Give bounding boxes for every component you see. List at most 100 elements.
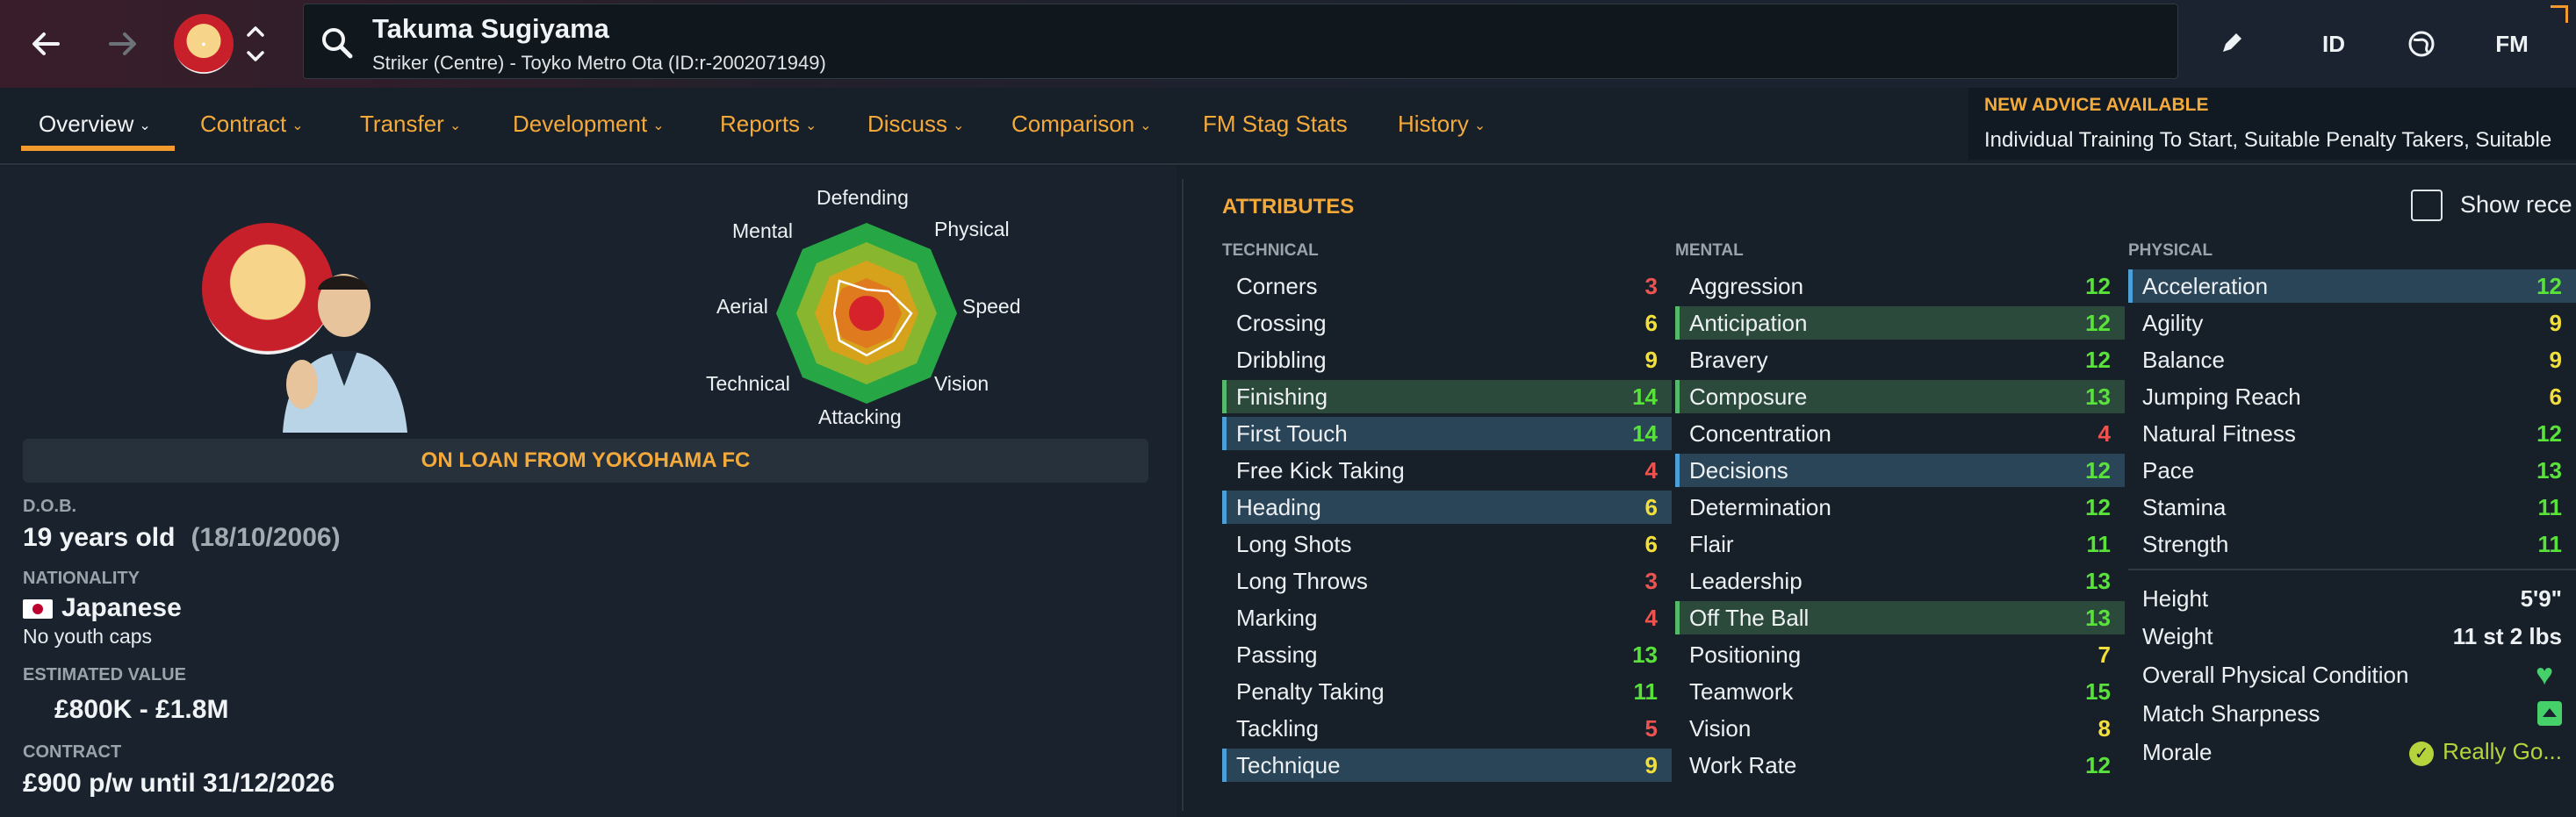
radar-label-mental: Mental (732, 219, 794, 242)
attribute-value: 9 (1644, 751, 1658, 778)
check-icon: ✓ (2409, 741, 2435, 766)
attribute-name: Determination (1689, 493, 1831, 520)
chevron-up-down-icon[interactable] (242, 21, 269, 67)
sharpness-up-icon (2537, 701, 2562, 726)
attribute-row-bravery[interactable]: Bravery 12 (1675, 343, 2125, 376)
tab-transfer[interactable]: Transfer ⌄ (360, 111, 461, 138)
attribute-name: Decisions (1689, 456, 1788, 484)
attribute-name: Crossing (1236, 309, 1327, 336)
attribute-name: Anticipation (1689, 309, 1808, 336)
attribute-value: 4 (1644, 604, 1658, 631)
mental-header: MENTAL (1675, 241, 1744, 260)
attribute-row-long-throws[interactable]: Long Throws 3 (1222, 564, 1672, 598)
attribute-name: Marking (1236, 604, 1318, 631)
attribute-row-composure[interactable]: Composure 13 (1675, 380, 2125, 413)
attribute-row-heading[interactable]: Heading 6 (1222, 491, 1672, 524)
attribute-row-teamwork[interactable]: Teamwork 15 (1675, 675, 2125, 708)
id-icon[interactable]: ID (2309, 19, 2358, 68)
attribute-value: 12 (2085, 309, 2111, 336)
tab-overview[interactable]: Overview ⌄ (39, 111, 151, 138)
technical-header: TECHNICAL (1222, 241, 1319, 260)
back-button[interactable] (19, 18, 72, 70)
attribute-row-pace[interactable]: Pace 13 (2128, 454, 2576, 487)
attribute-row-stamina[interactable]: Stamina 11 (2128, 491, 2576, 524)
heart-icon: ♥ (2536, 658, 2554, 692)
attribute-name: Agility (2142, 309, 2204, 336)
attribute-name: Work Rate (1689, 751, 1797, 778)
fm-icon[interactable]: FM (2481, 19, 2543, 68)
attribute-row-natural-fitness[interactable]: Natural Fitness 12 (2128, 417, 2576, 450)
attribute-row-aggression[interactable]: Aggression 12 (1675, 269, 2125, 303)
attribute-row-concentration[interactable]: Concentration 4 (1675, 417, 2125, 450)
attribute-row-dribbling[interactable]: Dribbling 9 (1222, 343, 1672, 376)
search-icon (322, 28, 353, 59)
forward-button[interactable] (97, 18, 149, 70)
attribute-row-vision[interactable]: Vision 8 (1675, 712, 2125, 745)
club-crest-icon[interactable]: ● (174, 14, 234, 74)
attribute-value: 12 (2085, 493, 2111, 520)
nationality-label: NATIONALITY (23, 569, 140, 588)
attribute-row-technique[interactable]: Technique 9 (1222, 749, 1672, 782)
forward-arrow-icon (109, 32, 136, 55)
attribute-row-jumping-reach[interactable]: Jumping Reach 6 (2128, 380, 2576, 413)
attribute-row-off-the-ball[interactable]: Off The Ball 13 (1675, 601, 2125, 634)
attribute-row-long-shots[interactable]: Long Shots 6 (1222, 527, 1672, 561)
globe-icon[interactable] (2397, 19, 2446, 68)
loan-banner[interactable]: ON LOAN FROM YOKOHAMA FC (23, 439, 1148, 483)
player-name: Takuma Sugiyama (372, 13, 609, 44)
tab-reports[interactable]: Reports ⌄ (720, 111, 817, 138)
attribute-row-agility[interactable]: Agility 9 (2128, 306, 2576, 340)
tab-development[interactable]: Development ⌄ (513, 111, 665, 138)
attribute-value: 15 (2085, 677, 2111, 705)
contract-value: £900 p/w until 31/12/2026 (23, 769, 335, 798)
attribute-value: 12 (2085, 456, 2111, 484)
tab-history[interactable]: History ⌄ (1398, 111, 1486, 138)
attribute-row-corners[interactable]: Corners 3 (1222, 269, 1672, 303)
attribute-name: Aggression (1689, 272, 1804, 299)
pencil-icon[interactable] (2209, 19, 2253, 68)
attribute-row-first-touch[interactable]: First Touch 14 (1222, 417, 1672, 450)
radar-label-defending: Defending (817, 186, 909, 209)
show-recent-checkbox[interactable] (2411, 190, 2443, 221)
attribute-row-acceleration[interactable]: Acceleration 12 (2128, 269, 2576, 303)
radar-label-aerial: Aerial (716, 295, 768, 318)
header-divider (0, 163, 2576, 165)
attribute-row-marking[interactable]: Marking 4 (1222, 601, 1672, 634)
attribute-row-finishing[interactable]: Finishing 14 (1222, 380, 1672, 413)
physical-separator (2128, 569, 2576, 570)
age-value: 19 years old (23, 523, 176, 552)
advice-panel[interactable]: NEW ADVICE AVAILABLE Individual Training… (1968, 88, 2576, 160)
tab-discuss[interactable]: Discuss ⌄ (867, 111, 964, 138)
attribute-row-tackling[interactable]: Tackling 5 (1222, 712, 1672, 745)
sharpness-row[interactable]: Match Sharpness (2128, 696, 2576, 731)
attribute-row-flair[interactable]: Flair 11 (1675, 527, 2125, 561)
morale-row[interactable]: Morale ✓ Really Go... (2128, 735, 2576, 770)
attribute-row-penalty-taking[interactable]: Penalty Taking 11 (1222, 675, 1672, 708)
attribute-row-balance[interactable]: Balance 9 (2128, 343, 2576, 376)
chevron-down-icon: ⌄ (449, 118, 462, 134)
attribute-row-leadership[interactable]: Leadership 13 (1675, 564, 2125, 598)
tab-contract[interactable]: Contract ⌄ (200, 111, 304, 138)
nationality-value[interactable]: Japanese (23, 593, 182, 623)
weight-row: Weight 11 st 2 lbs (2128, 619, 2576, 654)
show-recent-label[interactable]: Show rece (2460, 191, 2572, 219)
attribute-value: 13 (2536, 456, 2562, 484)
attribute-row-strength[interactable]: Strength 11 (2128, 527, 2576, 561)
chevron-down-icon: ⌄ (291, 118, 304, 134)
tab-fm-stag-stats[interactable]: FM Stag Stats (1203, 111, 1348, 138)
attribute-value: 13 (2085, 604, 2111, 631)
attribute-row-work-rate[interactable]: Work Rate 12 (1675, 749, 2125, 782)
attribute-name: Off The Ball (1689, 604, 1810, 631)
attribute-row-passing[interactable]: Passing 13 (1222, 638, 1672, 671)
attribute-row-decisions[interactable]: Decisions 12 (1675, 454, 2125, 487)
condition-row[interactable]: Overall Physical Condition ♥ (2128, 657, 2576, 692)
attribute-row-determination[interactable]: Determination 12 (1675, 491, 2125, 524)
attribute-value: 13 (2085, 567, 2111, 594)
attribute-row-crossing[interactable]: Crossing 6 (1222, 306, 1672, 340)
attribute-row-free-kick-taking[interactable]: Free Kick Taking 4 (1222, 454, 1672, 487)
tab-comparison[interactable]: Comparison ⌄ (1011, 111, 1152, 138)
search-box[interactable]: Takuma Sugiyama Striker (Centre) - Toyko… (303, 4, 2178, 79)
attribute-name: Strength (2142, 530, 2229, 557)
attribute-row-anticipation[interactable]: Anticipation 12 (1675, 306, 2125, 340)
attribute-row-positioning[interactable]: Positioning 7 (1675, 638, 2125, 671)
